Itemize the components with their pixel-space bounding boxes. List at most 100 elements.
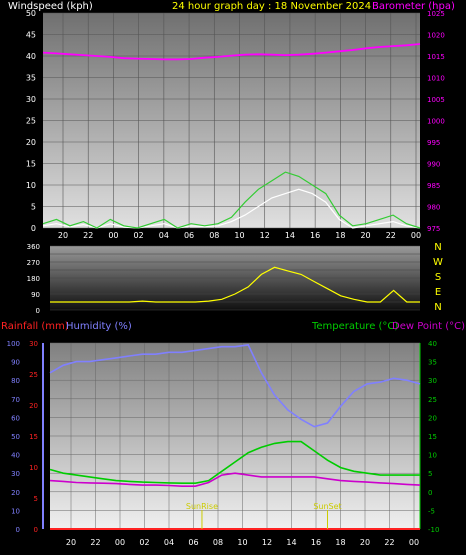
temperature-x-tick-label: 08 bbox=[213, 538, 223, 547]
direction-tick-label: 270 bbox=[27, 259, 40, 267]
rainfall-tick-label: 0 bbox=[34, 526, 38, 534]
rainfall-tick-label: 15 bbox=[29, 433, 38, 441]
rainfall-tick-label: 25 bbox=[29, 371, 38, 379]
wind-tick-label: 5 bbox=[31, 203, 36, 212]
humidity-tick-label: 0 bbox=[16, 526, 20, 534]
wind-x-tick-label: 06 bbox=[184, 231, 194, 240]
barometer-tick-label: 1025 bbox=[427, 10, 445, 18]
temperature-x-tick-label: 22 bbox=[90, 538, 100, 547]
temperature-x-tick-label: 10 bbox=[237, 538, 247, 547]
wind-tick-label: 25 bbox=[26, 117, 36, 126]
wind-tick-label: 15 bbox=[26, 160, 36, 169]
barometer-tick-label: 1005 bbox=[427, 96, 445, 104]
temperature-x-tick-label: 00 bbox=[115, 538, 125, 547]
humidity-title: Humidity (%) bbox=[66, 321, 132, 332]
compass-label: W bbox=[433, 257, 443, 268]
humidity-tick-label: 70 bbox=[11, 396, 20, 404]
direction-tick-label: 360 bbox=[27, 243, 40, 251]
temperature-tick-label: 10 bbox=[428, 452, 437, 460]
wind-y-axis: 0 5 10 15 20 25 30 35 40 45 50 bbox=[26, 9, 36, 233]
wind-x-tick-label: 18 bbox=[335, 231, 345, 240]
wind-tick-label: 50 bbox=[26, 9, 36, 18]
humidity-tick-label: 50 bbox=[11, 433, 20, 441]
temperature-x-tick-label: 12 bbox=[262, 538, 272, 547]
temperature-tick-label: 0 bbox=[428, 489, 432, 497]
temperature-x-tick-label: 22 bbox=[384, 538, 394, 547]
wind-x-tick-label: 00 bbox=[108, 231, 118, 240]
humidity-tick-label: 10 bbox=[11, 507, 20, 515]
wind-x-tick-label: 10 bbox=[234, 231, 244, 240]
wind-x-tick-label: 04 bbox=[159, 231, 169, 240]
temperature-tick-label: 40 bbox=[428, 340, 437, 348]
weather-graph: Windspeed (kph) 24 hour graph day : 18 N… bbox=[1, 1, 465, 547]
temperature-tick-label: 30 bbox=[428, 377, 437, 385]
humidity-tick-label: 30 bbox=[11, 470, 20, 478]
wind-tick-label: 40 bbox=[26, 52, 36, 61]
humidity-tick-label: 100 bbox=[7, 340, 20, 348]
wind-tick-label: 10 bbox=[26, 181, 36, 190]
direction-tick-label: 180 bbox=[27, 275, 40, 283]
humidity-tick-label: 90 bbox=[11, 359, 20, 367]
wind-tick-label: 0 bbox=[31, 224, 36, 233]
barometer-tick-label: 1000 bbox=[427, 118, 445, 126]
rainfall-tick-label: 30 bbox=[29, 340, 38, 348]
barometer-tick-label: 985 bbox=[427, 182, 440, 190]
wind-x-tick-label: 16 bbox=[310, 231, 320, 240]
temperature-x-tick-label: 16 bbox=[311, 538, 321, 547]
barometer-tick-label: 1020 bbox=[427, 32, 445, 40]
humidity-tick-label: 40 bbox=[11, 452, 20, 460]
wind-x-tick-label: 20 bbox=[58, 231, 68, 240]
windspeed-title: Windspeed (kph) bbox=[8, 1, 93, 12]
direction-tick-label: 90 bbox=[31, 291, 40, 299]
rainfall-tick-label: 5 bbox=[34, 495, 38, 503]
compass-label: S bbox=[435, 272, 441, 283]
temperature-x-tick-label: 18 bbox=[335, 538, 345, 547]
barometer-tick-label: 975 bbox=[427, 225, 440, 233]
wind-x-tick-label: 08 bbox=[209, 231, 219, 240]
humidity-tick-label: 60 bbox=[11, 414, 20, 422]
temperature-x-tick-label: 06 bbox=[188, 538, 198, 547]
temperature-x-axis: 20 22 00 02 04 06 08 10 12 14 16 18 20 22 00 bbox=[66, 538, 419, 547]
temperature-tick-label: 5 bbox=[428, 470, 432, 478]
temperature-x-tick-label: 04 bbox=[164, 538, 174, 547]
temperature-x-tick-label: 20 bbox=[360, 538, 370, 547]
barometer-tick-label: 1010 bbox=[427, 75, 445, 83]
temperature-tick-label: 15 bbox=[428, 433, 437, 441]
dewpoint-title: Dew Point (°C) bbox=[392, 321, 465, 332]
temperature-tick-label: -10 bbox=[428, 526, 439, 534]
wind-tick-label: 35 bbox=[26, 74, 36, 83]
wind-x-tick-label: 12 bbox=[260, 231, 270, 240]
compass-label: E bbox=[435, 287, 441, 298]
direction-y-axis: 0 90 180 270 360 bbox=[27, 243, 40, 315]
rainfall-tick-label: 10 bbox=[29, 464, 38, 472]
humidity-tick-label: 80 bbox=[11, 377, 20, 385]
rainfall-title: Rainfall (mm) bbox=[1, 321, 69, 332]
humidity-tick-label: 20 bbox=[11, 489, 20, 497]
compass-labels: NWSEN bbox=[433, 242, 443, 313]
rainfall-tick-label: 20 bbox=[29, 402, 38, 410]
compass-label: N bbox=[434, 242, 441, 253]
temperature-tick-label: 20 bbox=[428, 414, 437, 422]
temperature-tick-label: -5 bbox=[428, 507, 435, 515]
temperature-x-tick-label: 14 bbox=[286, 538, 296, 547]
wind-x-tick-label: 22 bbox=[386, 231, 396, 240]
wind-tick-label: 20 bbox=[26, 138, 36, 147]
barometer-tick-label: 995 bbox=[427, 139, 440, 147]
sun-marker-label: SunSet bbox=[313, 502, 341, 511]
wind-x-axis: 20 22 00 02 04 06 08 10 12 14 16 18 20 22 00 bbox=[58, 231, 421, 240]
temperature-tick-label: 35 bbox=[428, 359, 437, 367]
sun-marker-label: SunRise bbox=[186, 502, 218, 511]
wind-x-tick-label: 02 bbox=[134, 231, 144, 240]
wind-tick-label: 45 bbox=[26, 31, 36, 40]
compass-label: N bbox=[434, 302, 441, 313]
temperature-tick-label: 25 bbox=[428, 396, 437, 404]
barometer-tick-label: 1015 bbox=[427, 53, 445, 61]
graph-date-title: 24 hour graph day : 18 November 2024 bbox=[172, 1, 371, 12]
barometer-tick-label: 980 bbox=[427, 204, 440, 212]
direction-tick-label: 0 bbox=[36, 307, 40, 315]
wind-tick-label: 30 bbox=[26, 95, 36, 104]
wind-x-tick-label: 22 bbox=[83, 231, 93, 240]
wind-x-tick-label: 00 bbox=[411, 231, 421, 240]
temperature-title: Temperature (°C) bbox=[311, 321, 398, 332]
temperature-x-tick-label: 20 bbox=[66, 538, 76, 547]
